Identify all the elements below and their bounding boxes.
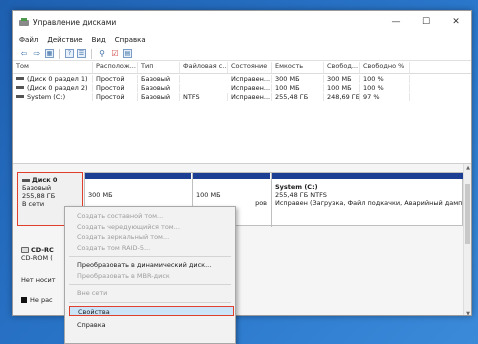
menu-help[interactable]: Справка (115, 36, 146, 44)
volume-icon (16, 77, 24, 80)
menu-item-convert-mbr[interactable]: Преобразовать в MBR-диск (65, 271, 235, 282)
title-bar[interactable]: Управление дисками — ☐ ✕ (13, 11, 471, 33)
scroll-up-icon[interactable]: ▲ (464, 165, 471, 171)
menu-separator (69, 284, 231, 285)
legend-unallocated: Не рас (17, 296, 57, 304)
menu-item-create-striped[interactable]: Создать чередующийся том... (65, 222, 235, 233)
connect-icon[interactable]: ⚲ (97, 49, 107, 59)
col-status[interactable]: Состояние (228, 62, 272, 73)
toolbar: ⇦ ⇨ ▦ ? ☰ ⚲ ☑ ▤ (13, 47, 471, 61)
menu-bar: Файл Действие Вид Справка (13, 33, 471, 47)
volume-list: Том Располож... Тип Файловая с... Состоя… (13, 62, 471, 162)
table-row[interactable]: (Диск 0 раздел 1) Простой Базовый Исправ… (13, 74, 471, 83)
col-layout[interactable]: Располож... (93, 62, 138, 73)
menu-item-convert-dynamic[interactable]: Преобразовать в динамический диск... (65, 260, 235, 271)
window-title: Управление дисками (33, 17, 117, 27)
col-capacity[interactable]: Емкость (272, 62, 324, 73)
table-row[interactable]: (Диск 0 раздел 2) Простой Базовый Исправ… (13, 83, 471, 92)
list-icon[interactable]: ☰ (77, 49, 86, 58)
col-free-percent[interactable]: Свободно % (360, 62, 410, 73)
legend-swatch (21, 297, 27, 303)
partition-system-c[interactable]: System (C:) 255,48 ГБ NTFS Исправен (Заг… (271, 173, 464, 227)
col-filesystem[interactable]: Файловая с... (180, 62, 228, 73)
volume-icon (16, 86, 24, 89)
col-volume[interactable]: Том (13, 62, 93, 73)
context-menu: Создать составной том... Создать чередую… (64, 206, 236, 344)
menu-item-create-mirrored[interactable]: Создать зеркальный том... (65, 232, 235, 243)
maximize-button[interactable]: ☐ (411, 11, 441, 33)
scroll-down-icon[interactable]: ▼ (464, 311, 471, 315)
disk-icon (22, 178, 30, 182)
scrollbar-thumb[interactable] (465, 184, 470, 244)
volume-table-header: Том Располож... Тип Файловая с... Состоя… (13, 62, 471, 74)
forward-arrow-icon[interactable]: ⇨ (32, 49, 42, 59)
col-type[interactable]: Тип (138, 62, 180, 73)
menu-item-help[interactable]: Справка (65, 320, 235, 331)
col-free[interactable]: Свобод... (324, 62, 360, 73)
menu-item-create-raid5[interactable]: Создать том RAID-5... (65, 243, 235, 254)
menu-item-offline[interactable]: Вне сети (65, 288, 235, 299)
help-icon[interactable]: ? (65, 49, 74, 58)
check-icon[interactable]: ☑ (110, 49, 120, 59)
menu-action[interactable]: Действие (47, 36, 82, 44)
back-arrow-icon[interactable]: ⇦ (19, 49, 29, 59)
disk-management-icon (19, 18, 29, 26)
close-button[interactable]: ✕ (441, 11, 471, 33)
menu-item-properties[interactable]: Свойства (69, 305, 234, 316)
grid-icon[interactable]: ▦ (45, 49, 54, 58)
volume-icon (16, 95, 24, 98)
vertical-scrollbar[interactable]: ▲ ▼ (463, 164, 471, 315)
cdrom-icon (21, 247, 29, 253)
menu-item-create-spanned[interactable]: Создать составной том... (65, 211, 235, 222)
menu-view[interactable]: Вид (92, 36, 106, 44)
table-row[interactable]: System (C:) Простой Базовый NTFS Исправе… (13, 92, 471, 101)
cdrom-no-media: Нет носит (21, 276, 56, 284)
minimize-button[interactable]: — (381, 11, 411, 33)
menu-file[interactable]: Файл (19, 36, 38, 44)
menu-separator (69, 256, 231, 257)
menu-separator (69, 301, 231, 303)
properties-icon[interactable]: ▤ (123, 49, 132, 58)
